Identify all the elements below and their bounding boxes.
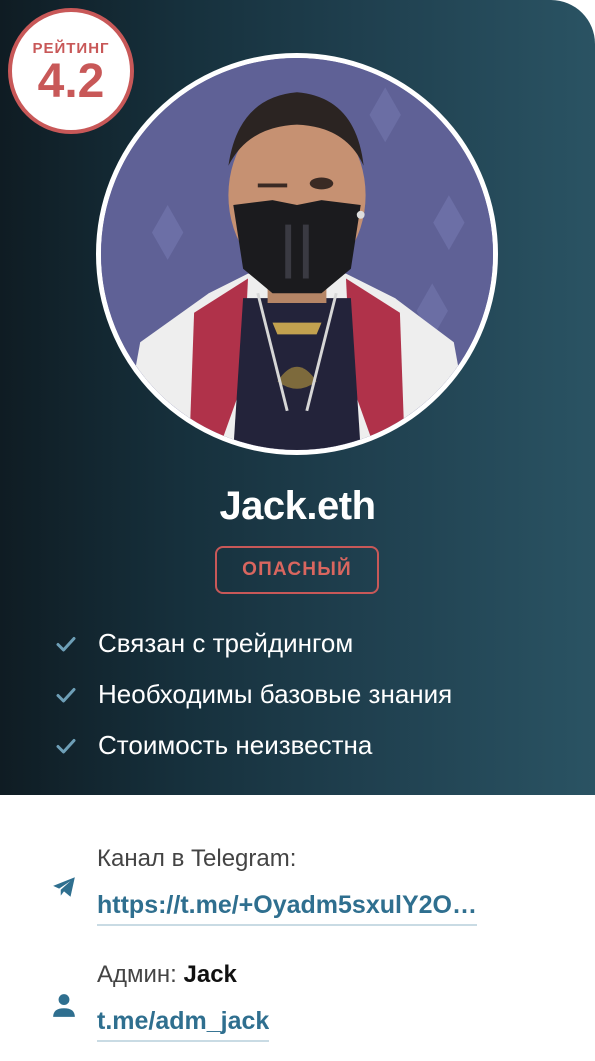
contacts-section: Канал в Telegram: https://t.me/+Oyadm5sx…: [0, 795, 595, 1061]
telegram-plane-icon: [50, 873, 78, 901]
rating-label: РЕЙТИНГ: [32, 39, 110, 57]
rating-badge: РЕЙТИНГ 4.2: [8, 8, 134, 134]
avatar-illustration: [101, 58, 493, 450]
risk-badge: ОПАСНЫЙ: [215, 546, 379, 594]
feature-item: Связан с трейдингом: [54, 618, 452, 669]
admin-label-prefix: Админ:: [97, 961, 184, 988]
admin-link[interactable]: t.me/adm_jack: [97, 1007, 270, 1042]
check-icon: [54, 734, 78, 758]
user-icon: [50, 991, 78, 1019]
check-icon: [54, 632, 78, 656]
telegram-link[interactable]: https://t.me/+Oyadm5sxulY2O…: [97, 891, 477, 926]
admin-label: Админ: Jack: [97, 961, 237, 989]
feature-item: Стоимость неизвестна: [54, 720, 452, 771]
admin-name: Jack: [183, 961, 237, 988]
rating-value: 4.2: [37, 54, 105, 108]
feature-text: Связан с трейдингом: [98, 628, 354, 658]
feature-item: Необходимы базовые знания: [54, 669, 452, 720]
avatar: [96, 53, 498, 455]
check-icon: [54, 683, 78, 707]
feature-text: Необходимы базовые знания: [98, 679, 453, 709]
profile-name: Jack.eth: [219, 484, 376, 528]
feature-text: Стоимость неизвестна: [98, 730, 373, 760]
telegram-label: Канал в Telegram:: [97, 845, 297, 872]
feature-list: Связан с трейдингом Необходимы базовые з…: [54, 618, 452, 771]
